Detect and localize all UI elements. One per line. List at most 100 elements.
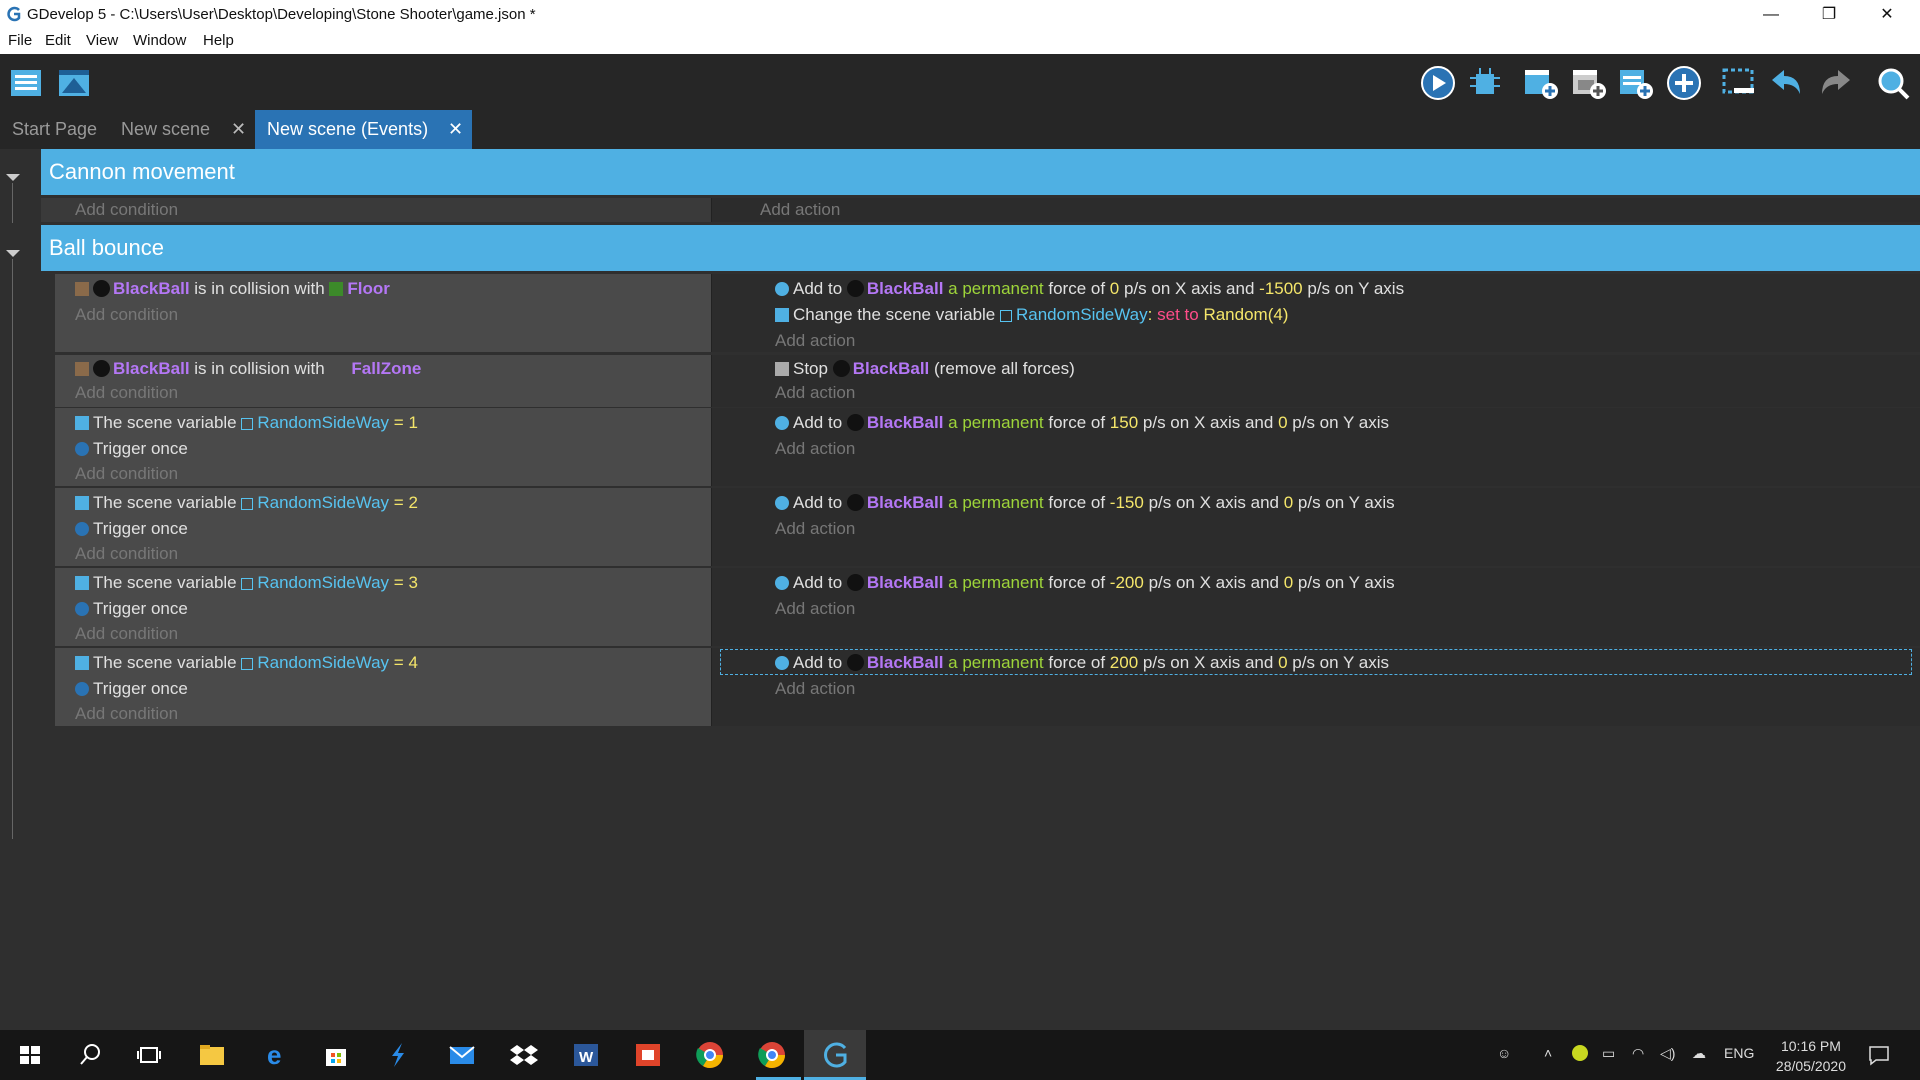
search-icon[interactable] [74, 1039, 106, 1071]
condition-scene-variable[interactable]: The scene variable RandomSideWay = 4 [75, 652, 418, 674]
add-condition-link[interactable]: Add condition [75, 543, 178, 565]
store-icon[interactable] [320, 1039, 352, 1071]
windows-start-icon[interactable] [14, 1039, 46, 1071]
add-action-link[interactable]: Add action [775, 678, 855, 700]
minimize-button[interactable]: — [1742, 0, 1800, 29]
preview-play-icon[interactable] [1419, 64, 1457, 102]
action-stop-forces[interactable]: Stop BlackBall (remove all forces) [775, 358, 1075, 380]
volume-icon[interactable]: ◁) [1660, 1045, 1675, 1062]
delete-icon[interactable] [1720, 64, 1758, 102]
actions-column: Add to BlackBall a permanent force of -1… [712, 488, 1920, 566]
action-add-force[interactable]: Add to BlackBall a permanent force of -1… [775, 492, 1395, 514]
condition-trigger-once[interactable]: Trigger once [75, 678, 188, 700]
edge-icon[interactable]: e [260, 1039, 292, 1071]
action-add-force[interactable]: Add to BlackBall a permanent force of -2… [775, 572, 1395, 594]
search-icon[interactable] [1874, 64, 1912, 102]
condition-trigger-once[interactable]: Trigger once [75, 598, 188, 620]
menu-window[interactable]: Window [133, 32, 186, 49]
add-subevent-icon[interactable] [1570, 64, 1608, 102]
add-condition-link[interactable]: Add condition [75, 463, 178, 485]
tab-new-scene-close-icon[interactable]: ✕ [231, 110, 246, 149]
group-ball-bounce[interactable]: Ball bounce [41, 225, 1920, 271]
maximize-button[interactable]: ❐ [1800, 0, 1858, 29]
add-action-link[interactable]: Add action [775, 518, 855, 540]
add-condition-link[interactable]: Add condition [75, 199, 178, 221]
action-text: p/s on X axis and [1124, 279, 1255, 298]
tree-line [12, 259, 13, 839]
event-row[interactable]: Add condition Add action [41, 198, 1920, 222]
mail-icon[interactable] [446, 1039, 478, 1071]
condition-text: The scene variable [93, 413, 237, 432]
condition-scene-variable[interactable]: The scene variable RandomSideWay = 1 [75, 412, 418, 434]
file-explorer-icon[interactable] [196, 1039, 228, 1071]
action-change-variable[interactable]: Change the scene variable RandomSideWay:… [775, 304, 1288, 326]
event-row[interactable]: The scene variable RandomSideWay = 3 Tri… [55, 568, 1920, 646]
gdevelop-taskbar-active[interactable] [804, 1030, 866, 1080]
add-comment-icon[interactable] [1617, 64, 1655, 102]
condition-text: Trigger once [93, 519, 188, 538]
close-window-button[interactable]: ✕ [1858, 0, 1916, 29]
menu-view[interactable]: View [86, 32, 118, 49]
word-icon[interactable]: W [570, 1039, 602, 1071]
add-condition-link[interactable]: Add condition [75, 304, 178, 326]
event-row[interactable]: The scene variable RandomSideWay = 1 Tri… [55, 408, 1920, 486]
object-thumbnail-icon [832, 360, 850, 377]
action-text: Add to [793, 279, 843, 298]
chrome-icon[interactable] [694, 1039, 726, 1071]
add-action-link[interactable]: Add action [775, 598, 855, 620]
dropbox-icon[interactable] [508, 1039, 540, 1071]
add-condition-link[interactable]: Add condition [75, 382, 178, 404]
clock[interactable]: 10:16 PM 28/05/2020 [1776, 1036, 1846, 1076]
operator: set to [1157, 305, 1199, 324]
visual-studio-icon[interactable] [382, 1039, 414, 1071]
scene-editor-icon[interactable] [56, 64, 94, 102]
add-action-link[interactable]: Add action [775, 330, 855, 352]
add-other-icon[interactable] [1665, 64, 1703, 102]
add-action-link[interactable]: Add action [760, 199, 840, 221]
menu-file[interactable]: File [8, 32, 32, 49]
conditions-column: BlackBall is in collision with FallZone … [55, 355, 712, 407]
tab-new-scene[interactable]: New scene [121, 110, 210, 149]
tab-start-page[interactable]: Start Page [12, 110, 97, 149]
collapse-arrow-icon[interactable] [6, 174, 20, 181]
action-add-force[interactable]: Add to BlackBall a permanent force of 15… [775, 412, 1389, 434]
condition-collision[interactable]: BlackBall is in collision with Floor [75, 278, 390, 300]
menu-help[interactable]: Help [203, 32, 234, 49]
people-icon[interactable]: ☺ [1497, 1045, 1511, 1061]
tray-app-icon[interactable] [1572, 1045, 1588, 1064]
undo-icon[interactable] [1768, 64, 1806, 102]
chrome-profile-icon[interactable] [756, 1039, 788, 1071]
event-row[interactable]: BlackBall is in collision with Floor Add… [55, 274, 1920, 352]
tab-new-scene-events[interactable]: New scene (Events) [255, 110, 472, 149]
condition-scene-variable[interactable]: The scene variable RandomSideWay = 2 [75, 492, 418, 514]
add-condition-link[interactable]: Add condition [75, 703, 178, 725]
action-add-force[interactable]: Add to BlackBall a permanent force of 0 … [775, 278, 1404, 300]
collapse-arrow-icon[interactable] [6, 250, 20, 257]
debugger-icon[interactable] [1466, 64, 1504, 102]
condition-trigger-once[interactable]: Trigger once [75, 518, 188, 540]
wifi-icon[interactable]: ◠ [1632, 1045, 1644, 1062]
event-row[interactable]: The scene variable RandomSideWay = 2 Tri… [55, 488, 1920, 566]
battery-icon[interactable]: ▭ [1602, 1045, 1615, 1062]
condition-collision[interactable]: BlackBall is in collision with FallZone [75, 358, 421, 380]
office-icon[interactable] [632, 1039, 664, 1071]
add-action-link[interactable]: Add action [775, 438, 855, 460]
event-row[interactable]: BlackBall is in collision with FallZone … [55, 355, 1920, 407]
language-indicator[interactable]: ENG [1724, 1045, 1754, 1061]
tab-events-close-icon[interactable]: ✕ [448, 110, 463, 149]
condition-scene-variable[interactable]: The scene variable RandomSideWay = 3 [75, 572, 418, 594]
group-cannon-movement[interactable]: Cannon movement [41, 149, 1920, 195]
condition-trigger-once[interactable]: Trigger once [75, 438, 188, 460]
task-view-icon[interactable] [133, 1039, 165, 1071]
add-action-link[interactable]: Add action [775, 382, 855, 404]
add-event-icon[interactable] [1522, 64, 1560, 102]
project-manager-icon[interactable] [8, 64, 46, 102]
menu-edit[interactable]: Edit [45, 32, 71, 49]
redo-icon[interactable] [1816, 64, 1854, 102]
add-condition-link[interactable]: Add condition [75, 623, 178, 645]
notifications-icon[interactable] [1868, 1044, 1890, 1066]
condition-text: The scene variable [93, 653, 237, 672]
object-name: BlackBall [866, 573, 944, 592]
onedrive-icon[interactable]: ☁ [1692, 1045, 1706, 1062]
chevron-up-icon[interactable]: ˄ [1544, 1045, 1552, 1061]
